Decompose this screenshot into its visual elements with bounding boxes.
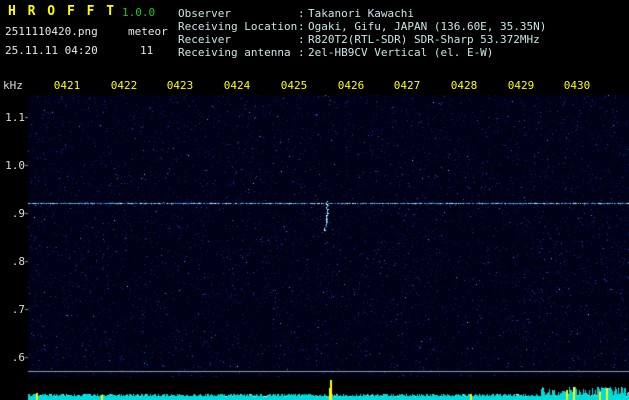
info-label: Receiving Location <box>178 20 298 33</box>
mode-label: meteor <box>128 25 168 38</box>
info-colon: : <box>298 20 305 33</box>
info-colon: : <box>298 33 305 46</box>
info-row-receiver: Receiver: R820T2(RTL-SDR) SDR-Sharp 53.37… <box>178 33 546 46</box>
info-label: Receiver <box>178 33 231 46</box>
info-value: Takanori Kawachi <box>308 7 414 20</box>
info-colon: : <box>298 7 305 20</box>
hrofft-window: H R O F F T 1.0.0 2511110420.png meteor … <box>0 0 629 400</box>
info-value: R820T2(RTL-SDR) SDR-Sharp 53.372MHz <box>308 33 540 46</box>
observation-info: Observer: Takanori Kawachi Receiving Loca… <box>178 7 546 59</box>
info-colon: : <box>298 46 305 59</box>
frequency-axis-unit: kHz <box>3 79 23 92</box>
info-value: Ogaki, Gifu, JAPAN (136.60E, 35.35N) <box>308 20 547 33</box>
spectrogram-canvas <box>0 0 629 400</box>
meteor-count: 11 <box>140 44 154 57</box>
info-label: Receiving antenna <box>178 46 291 59</box>
info-row-antenna: Receiving antenna:2el-HB9CV Vertical (el… <box>178 46 546 59</box>
app-title: H R O F F T <box>8 4 117 19</box>
info-row-observer: Observer: Takanori Kawachi <box>178 7 546 20</box>
info-row-location: Receiving Location: Ogaki, Gifu, JAPAN (1… <box>178 20 546 33</box>
info-label: Observer <box>178 7 231 20</box>
info-value: 2el-HB9CV Vertical (el. E-W) <box>308 46 494 59</box>
output-filename: 2511110420.png <box>5 25 98 38</box>
app-version: 1.0.0 <box>122 6 156 19</box>
observation-timestamp: 25.11.11 04:20 <box>5 44 98 57</box>
